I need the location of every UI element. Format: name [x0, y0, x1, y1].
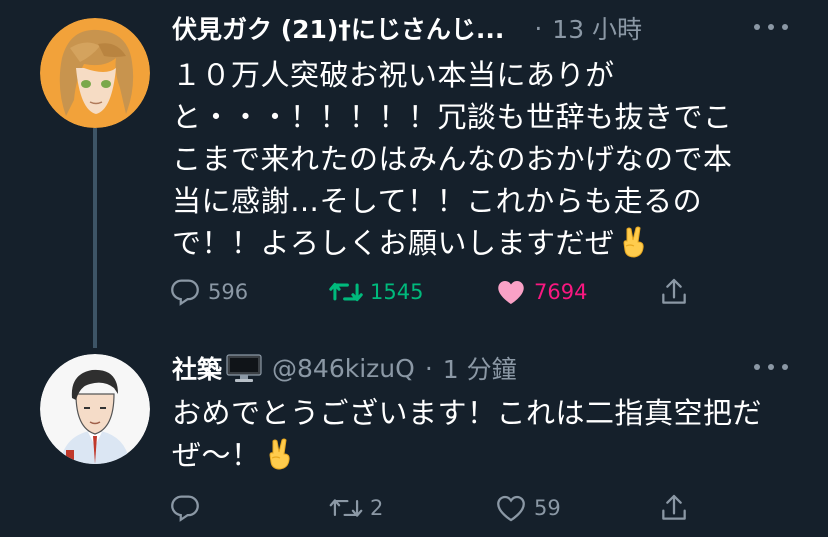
reply-icon — [171, 279, 199, 306]
like-icon — [497, 495, 525, 522]
like-button[interactable]: 7694 — [494, 272, 587, 312]
reply-button[interactable]: 596 — [168, 272, 248, 312]
tweet-text: １０万人突破お祝い本当にありがと・・・！！！！！冗談も世辞も抜きでここまで来れた… — [172, 54, 752, 264]
share-button[interactable] — [658, 272, 690, 312]
victory-hand-icon — [269, 438, 290, 470]
retweet-icon — [329, 499, 363, 517]
reply-count: 596 — [208, 280, 249, 304]
retweet-button[interactable]: 2 — [328, 488, 383, 528]
desktop-computer-icon — [226, 354, 262, 382]
like-count: 7694 — [534, 280, 588, 304]
separator-dot: · — [424, 353, 433, 383]
timestamp[interactable]: 1 分鐘 — [443, 350, 517, 386]
display-name[interactable]: 伏見ガク (21)†にじさんじ... — [172, 10, 504, 46]
like-icon — [498, 280, 524, 305]
tweet-actions: 596 1545 7694 — [160, 272, 720, 312]
like-button[interactable]: 59 — [494, 488, 561, 528]
more-icon[interactable] — [754, 12, 788, 42]
tweet-actions: 2 59 — [160, 488, 720, 528]
tweet-parent[interactable]: 伏見ガク (21)†にじさんじ... · 13 小時 １０万人突破お祝い本当にあ… — [0, 0, 828, 330]
more-icon[interactable] — [754, 352, 788, 382]
victory-hand-icon — [623, 226, 644, 258]
share-icon — [662, 494, 686, 520]
reply-button[interactable] — [168, 488, 208, 528]
tweet-text: おめでとうございます！これは二指真空把だぜ～！ — [172, 392, 782, 476]
like-count: 59 — [534, 496, 561, 520]
timestamp[interactable]: 13 小時 — [552, 10, 642, 46]
avatar[interactable] — [40, 18, 150, 128]
tweet-text-content: おめでとうございます！これは二指真空把だぜ～！ — [172, 396, 763, 472]
separator-dot: · — [534, 13, 543, 43]
tweet-header: 伏見ガク (21)†にじさんじ... · 13 小時 — [172, 10, 788, 46]
share-icon — [662, 278, 686, 304]
retweet-icon — [329, 282, 363, 302]
display-name[interactable]: 社築 — [172, 350, 222, 386]
handle[interactable]: @846kizuQ — [272, 354, 415, 383]
retweet-count: 1545 — [370, 280, 424, 304]
retweet-count: 2 — [370, 496, 384, 520]
tweet-header: 社築 @846kizuQ · 1 分鐘 — [172, 350, 788, 386]
tweet-reply[interactable]: 社築 @846kizuQ · 1 分鐘 おめでとうございます！これは二指真空把だ… — [0, 340, 828, 537]
avatar[interactable] — [40, 354, 150, 464]
reply-icon — [171, 495, 199, 522]
share-button[interactable] — [658, 488, 690, 528]
retweet-button[interactable]: 1545 — [328, 272, 423, 312]
